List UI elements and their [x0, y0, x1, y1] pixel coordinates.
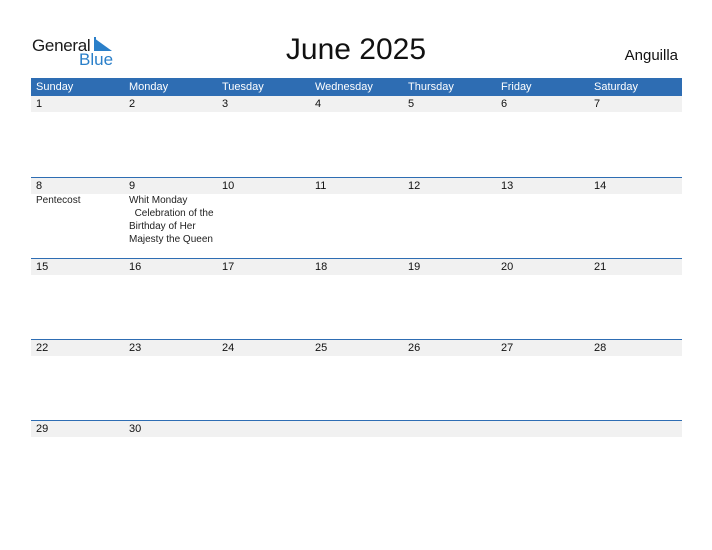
day-number: 12	[408, 180, 421, 192]
week-row: 8 9 10 11 12 13 14 Pentecost Whit Monday Celebra…	[31, 177, 682, 258]
day-number: 15	[36, 261, 49, 273]
week-row: 1 2 3 4 5 6 7	[31, 96, 682, 177]
holiday-label	[310, 194, 403, 246]
day-number	[589, 421, 682, 437]
date-strip: 29 30	[31, 421, 682, 437]
day-number: 21	[594, 261, 607, 273]
day-number: 24	[222, 342, 235, 354]
week-row: 22 23 24 25 26 27 28	[31, 339, 682, 420]
weekday-sunday: Sunday	[36, 81, 74, 93]
day-number: 28	[594, 342, 607, 354]
day-number: 19	[408, 261, 421, 273]
day-number: 18	[315, 261, 328, 273]
day-number: 23	[129, 342, 142, 354]
day-number: 16	[129, 261, 142, 273]
day-number: 9	[129, 180, 136, 192]
date-strip: 8 9 10 11 12 13 14	[31, 178, 682, 194]
day-number: 13	[501, 180, 514, 192]
day-number: 6	[501, 98, 508, 110]
day-number: 22	[36, 342, 49, 354]
holiday-label	[217, 194, 310, 246]
day-number: 17	[222, 261, 235, 273]
holiday-label: Whit Monday Celebration of the Birthday …	[129, 195, 214, 245]
page-title: June 2025	[285, 33, 427, 66]
day-number: 2	[129, 98, 136, 110]
date-strip: 1 2 3 4 5 6 7	[31, 96, 682, 112]
date-strip: 15 16 17 18 19 20 21	[31, 259, 682, 275]
day-number: 25	[315, 342, 328, 354]
weekday-header: Sunday Monday Tuesday Wednesday Thursday…	[31, 78, 682, 96]
day-number: 29	[36, 423, 49, 435]
holiday-label: Pentecost	[36, 195, 81, 206]
day-number	[403, 421, 496, 437]
day-number: 20	[501, 261, 514, 273]
day-number: 1	[36, 98, 43, 110]
day-number: 5	[408, 98, 415, 110]
events-row: Pentecost Whit Monday Celebration of the …	[31, 194, 682, 246]
day-number: 4	[315, 98, 322, 110]
holiday-label	[589, 194, 682, 246]
weekday-saturday: Saturday	[594, 81, 639, 93]
day-number	[496, 421, 589, 437]
day-number: 30	[129, 423, 142, 435]
calendar: Sunday Monday Tuesday Wednesday Thursday…	[31, 78, 682, 501]
day-number: 3	[222, 98, 229, 110]
week-row: 15 16 17 18 19 20 21	[31, 258, 682, 339]
weekday-wednesday: Wednesday	[315, 81, 373, 93]
holiday-label	[403, 194, 496, 246]
day-number: 26	[408, 342, 421, 354]
day-number: 10	[222, 180, 235, 192]
weekday-friday: Friday	[501, 81, 532, 93]
weekday-thursday: Thursday	[408, 81, 454, 93]
day-number: 7	[594, 98, 601, 110]
holiday-label	[496, 194, 589, 246]
weekday-monday: Monday	[129, 81, 169, 93]
date-strip: 22 23 24 25 26 27 28	[31, 340, 682, 356]
country-label: Anguilla	[624, 47, 678, 64]
day-number	[217, 421, 310, 437]
day-number: 8	[36, 180, 43, 192]
day-number	[310, 421, 403, 437]
day-number: 27	[501, 342, 514, 354]
weekday-tuesday: Tuesday	[222, 81, 264, 93]
week-row: 29 30	[31, 420, 682, 501]
calendar-weeks: 1 2 3 4 5 6 7 8 9 10 11 12 13 14 Pentecost Whit Monday …	[31, 96, 682, 501]
day-number: 14	[594, 180, 607, 192]
day-number: 11	[315, 180, 327, 192]
